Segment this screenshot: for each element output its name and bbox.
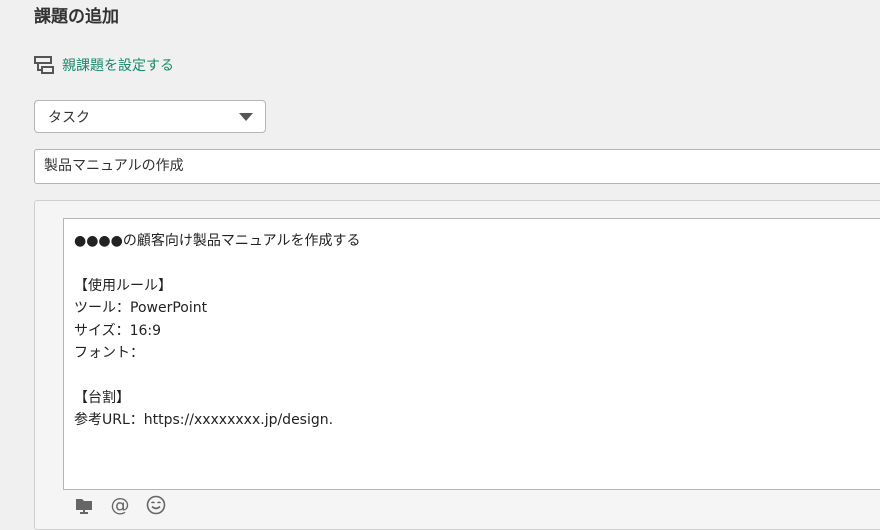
issue-type-select[interactable]: タスク (34, 100, 266, 133)
description-line: フォント： (74, 344, 144, 361)
subject-input[interactable]: 製品マニュアルの作成 (34, 149, 880, 184)
attach-file-icon[interactable] (73, 494, 95, 516)
description-editor[interactable]: ●●●●の顧客向け製品マニュアルを作成する 【使用ルール】 ツール：PowerP… (63, 218, 880, 490)
description-line: ●●●●の顧客向け製品マニュアルを作成する (74, 233, 361, 249)
description-line: 【使用ルール】 (74, 277, 172, 294)
description-toolbar: @ (63, 490, 880, 520)
description-line (74, 364, 880, 386)
page-title: 課題の追加 (34, 7, 119, 27)
set-parent-issue-link[interactable]: 親課題を設定する (34, 55, 174, 75)
set-parent-issue-label: 親課題を設定する (62, 58, 174, 74)
emoji-icon[interactable] (145, 494, 167, 516)
description-line: 参考URL：https://xxxxxxxx.jp/design. (74, 412, 334, 429)
description-line: 【台割】 (74, 389, 130, 406)
mention-icon[interactable]: @ (109, 494, 131, 516)
description-line (74, 252, 880, 274)
issue-type-value: タスク (48, 109, 90, 126)
parent-issue-icon (34, 55, 54, 75)
description-line: サイズ：16:9 (74, 322, 162, 339)
description-line: ツール：PowerPoint (74, 300, 208, 317)
chevron-down-icon (239, 112, 253, 121)
